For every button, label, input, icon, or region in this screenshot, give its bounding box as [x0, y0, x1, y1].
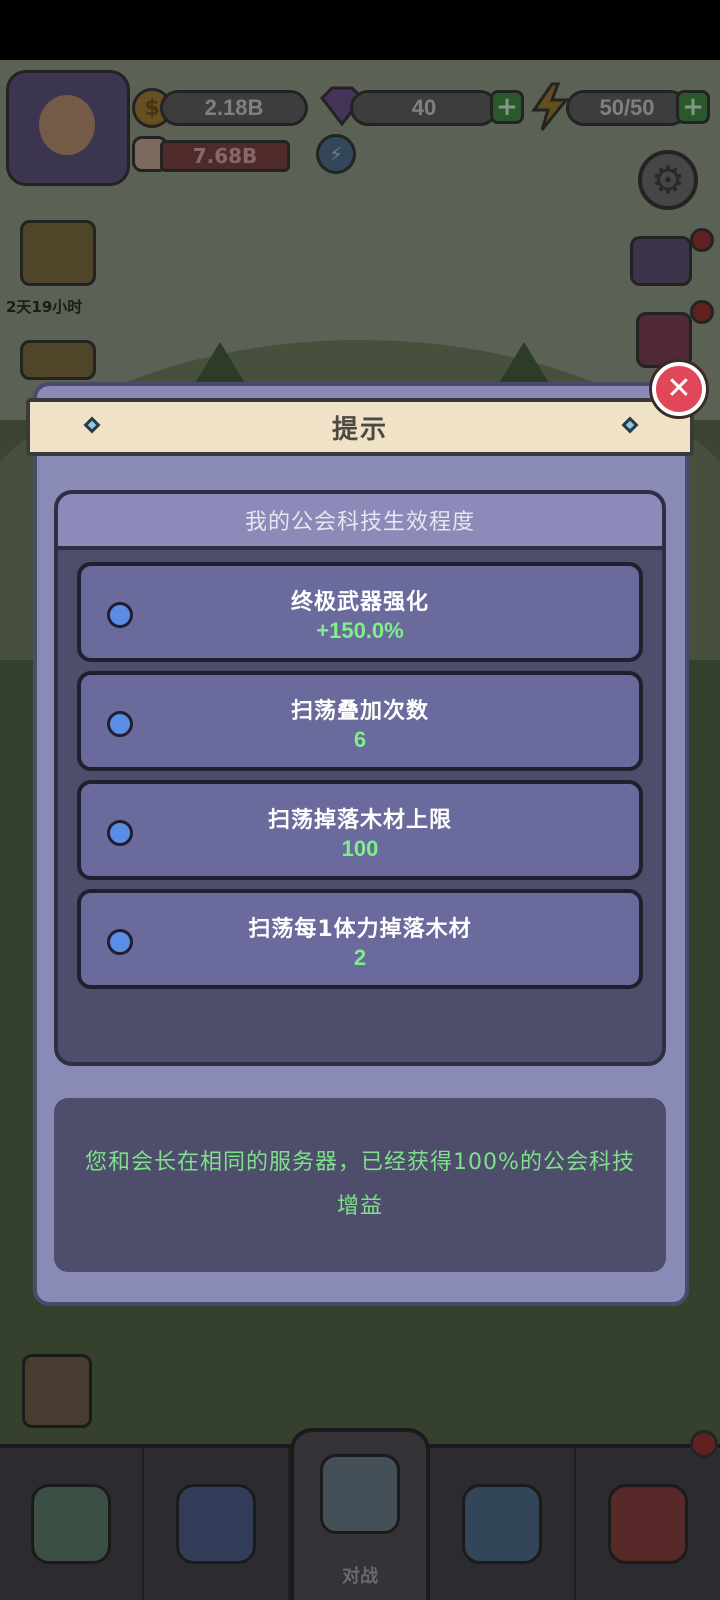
tech-value: 100 — [341, 836, 379, 861]
tech-name: 扫荡叠加次数 — [290, 699, 429, 724]
tech-value: 2 — [353, 945, 367, 970]
tech-row: 扫荡掉落木材上限 100 — [77, 780, 643, 880]
close-icon: ✕ — [666, 371, 692, 406]
info-text: 您和会长在相同的服务器，已经获得100%的公会科技增益 — [85, 1150, 635, 1219]
tech-panel-header: 我的公会科技生效程度 — [58, 494, 662, 550]
dialog-title: 提示 — [331, 414, 388, 445]
dialog-header: 提示 — [26, 398, 694, 456]
tech-row: 终极武器强化 +150.0% — [77, 562, 643, 662]
close-button[interactable]: ✕ — [652, 362, 706, 416]
tech-name: 扫荡每1体力掉落木材 — [248, 917, 472, 942]
info-box: 您和会长在相同的服务器，已经获得100%的公会科技增益 — [54, 1098, 666, 1272]
diamond-ornament-icon — [83, 416, 101, 434]
status-bar — [0, 0, 720, 60]
tech-value: +150.0% — [316, 618, 404, 643]
tech-name: 终极武器强化 — [290, 590, 429, 615]
tech-name: 扫荡掉落木材上限 — [267, 808, 452, 833]
diamond-ornament-icon — [621, 416, 639, 434]
tech-row: 扫荡每1体力掉落木材 2 — [77, 889, 643, 989]
tech-value: 6 — [353, 727, 367, 752]
tech-row: 扫荡叠加次数 6 — [77, 671, 643, 771]
tech-panel-title: 我的公会科技生效程度 — [244, 510, 475, 535]
